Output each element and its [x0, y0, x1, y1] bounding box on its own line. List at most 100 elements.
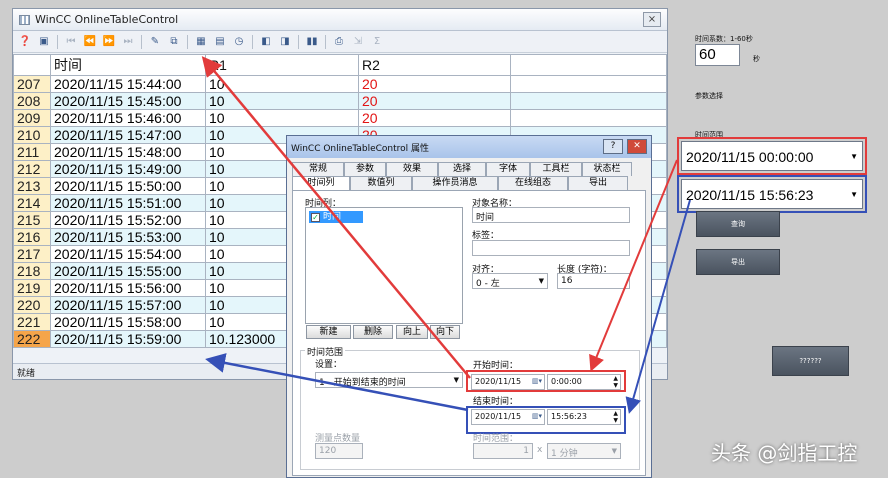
select-archive-tag-icon[interactable]: ▦	[193, 34, 209, 50]
new-button[interactable]: 新建	[306, 325, 351, 339]
first-record-icon[interactable]: ⏮	[63, 34, 79, 50]
time-cell[interactable]: 2020/11/15 15:57:00	[50, 296, 206, 314]
time-columns-list[interactable]: 时间 ✓	[305, 207, 463, 324]
row-index-cell[interactable]: 222	[13, 330, 51, 348]
measure-points-field[interactable]: 120	[315, 443, 363, 459]
time-coefficient-input[interactable]: 60	[695, 44, 740, 66]
previous-record-icon[interactable]: ⏪	[82, 34, 98, 50]
table-row[interactable]: 209 2020/11/15 15:46:00 10 20	[13, 109, 667, 127]
time-cell[interactable]: 2020/11/15 15:44:00	[50, 75, 206, 93]
tab-row2-4[interactable]: 导出	[568, 176, 628, 190]
move-down-button[interactable]: 向下	[430, 325, 460, 339]
query-button[interactable]: 查询	[696, 211, 780, 237]
tab-row2-1[interactable]: 数值列	[350, 176, 412, 190]
range-unit-select[interactable]: 1 分钟 ▼	[547, 443, 621, 459]
align-select[interactable]: 0 - 左 ▼	[472, 273, 548, 289]
row-index-cell[interactable]: 207	[13, 75, 51, 93]
next-column-icon[interactable]: ◨	[277, 34, 293, 50]
table-window-close-button[interactable]: ⨯	[643, 12, 661, 27]
tab-6[interactable]: 状态栏	[582, 162, 632, 176]
tab-5[interactable]: 工具栏	[530, 162, 582, 176]
setting-select[interactable]: 1 - 开始到结束的时间 ▼	[315, 372, 463, 388]
row-index-cell[interactable]: 214	[13, 194, 51, 212]
r2-cell[interactable]: 20	[358, 92, 511, 110]
time-cell[interactable]: 2020/11/15 15:58:00	[50, 313, 206, 331]
time-cell[interactable]: 2020/11/15 15:55:00	[50, 262, 206, 280]
next-record-icon[interactable]: ⏩	[101, 34, 117, 50]
time-cell[interactable]: 2020/11/15 15:59:00	[50, 330, 206, 348]
row-index-cell[interactable]: 217	[13, 245, 51, 263]
tab-row2-2[interactable]: 操作员消息	[412, 176, 498, 190]
table-row[interactable]: 207 2020/11/15 15:44:00 10 20	[13, 75, 667, 93]
previous-column-icon[interactable]: ◧	[258, 34, 274, 50]
table-row[interactable]: 208 2020/11/15 15:45:00 10 20	[13, 92, 667, 110]
print-icon[interactable]: ⎙	[331, 34, 347, 50]
row-index-cell[interactable]: 209	[13, 109, 51, 127]
row-index-cell[interactable]: 216	[13, 228, 51, 246]
time-cell[interactable]: 2020/11/15 15:56:00	[50, 279, 206, 297]
row-index-cell[interactable]: 221	[13, 313, 51, 331]
setting-label: 设置：	[315, 360, 343, 370]
tab-4[interactable]: 字体	[486, 162, 530, 176]
time-cell[interactable]: 2020/11/15 15:50:00	[50, 177, 206, 195]
export-data-icon[interactable]: ⇲	[350, 34, 366, 50]
row-index-cell[interactable]: 210	[13, 126, 51, 144]
r2-cell[interactable]: 20	[358, 75, 511, 93]
row-index-cell[interactable]: 219	[13, 279, 51, 297]
chevron-down-icon[interactable]: ▼	[454, 376, 459, 384]
move-up-button[interactable]: 向上	[396, 325, 428, 339]
time-cell[interactable]: 2020/11/15 15:54:00	[50, 245, 206, 263]
delete-button[interactable]: 删除	[353, 325, 393, 339]
tab-1[interactable]: 参数	[344, 162, 386, 176]
r1-cell[interactable]: 10	[205, 75, 359, 93]
time-cell[interactable]: 2020/11/15 15:53:00	[50, 228, 206, 246]
row-index-cell[interactable]: 218	[13, 262, 51, 280]
row-index-cell[interactable]: 211	[13, 143, 51, 161]
tab-row2-3[interactable]: 在线组态	[498, 176, 568, 190]
setting-value: 1 - 开始到结束的时间	[319, 378, 406, 388]
time-cell[interactable]: 2020/11/15 15:47:00	[50, 126, 206, 144]
help-button[interactable]: ?	[603, 139, 623, 154]
tab-0[interactable]: 常规	[292, 162, 344, 176]
last-record-icon[interactable]: ⏭	[120, 34, 136, 50]
checkbox-icon[interactable]: ✓	[311, 213, 320, 222]
tab-row2-0[interactable]: 时间列	[292, 176, 350, 190]
row-index-cell[interactable]: 220	[13, 296, 51, 314]
chevron-down-icon[interactable]: ▼	[539, 277, 544, 285]
column-header-time[interactable]: 时间	[50, 54, 206, 76]
time-cell[interactable]: 2020/11/15 15:46:00	[50, 109, 206, 127]
length-field[interactable]: 16	[557, 273, 630, 289]
tag-field[interactable]	[472, 240, 630, 256]
copy-rows-icon[interactable]: ⧉	[166, 34, 182, 50]
tab-2[interactable]: 效果	[386, 162, 438, 176]
time-cell[interactable]: 2020/11/15 15:51:00	[50, 194, 206, 212]
r1-cell[interactable]: 10	[205, 109, 359, 127]
unknown-button[interactable]: ??????	[772, 346, 849, 376]
row-index-cell[interactable]: 212	[13, 160, 51, 178]
time-cell[interactable]: 2020/11/15 15:49:00	[50, 160, 206, 178]
time-cell[interactable]: 2020/11/15 15:45:00	[50, 92, 206, 110]
config-dialog-icon[interactable]: ▣	[36, 34, 52, 50]
dialog-close-button[interactable]: ✕	[627, 139, 647, 154]
row-index-cell[interactable]: 213	[13, 177, 51, 195]
tab-3[interactable]: 选择	[438, 162, 486, 176]
object-name-field[interactable]: 时间	[472, 207, 630, 223]
edit-icon[interactable]: ✎	[147, 34, 163, 50]
export-button[interactable]: 导出	[696, 249, 780, 275]
column-header-r2[interactable]: R2	[358, 54, 511, 76]
stop-icon[interactable]: ▮▮	[304, 34, 320, 50]
column-header-r1[interactable]: R1	[205, 54, 359, 76]
r1-cell[interactable]: 10	[205, 92, 359, 110]
row-index-cell[interactable]: 208	[13, 92, 51, 110]
select-columns-icon[interactable]: ▤	[212, 34, 228, 50]
select-time-range-icon[interactable]: ◷	[231, 34, 247, 50]
time-cell[interactable]: 2020/11/15 15:48:00	[50, 143, 206, 161]
range-factor-field[interactable]: 1	[473, 443, 533, 459]
column-header-index[interactable]	[13, 54, 51, 76]
help-icon[interactable]: ❓	[17, 34, 33, 50]
chevron-down-icon[interactable]: ▼	[612, 447, 617, 455]
time-cell[interactable]: 2020/11/15 15:52:00	[50, 211, 206, 229]
row-index-cell[interactable]: 215	[13, 211, 51, 229]
statistics-icon[interactable]: Σ	[369, 34, 385, 50]
r2-cell[interactable]: 20	[358, 109, 511, 127]
